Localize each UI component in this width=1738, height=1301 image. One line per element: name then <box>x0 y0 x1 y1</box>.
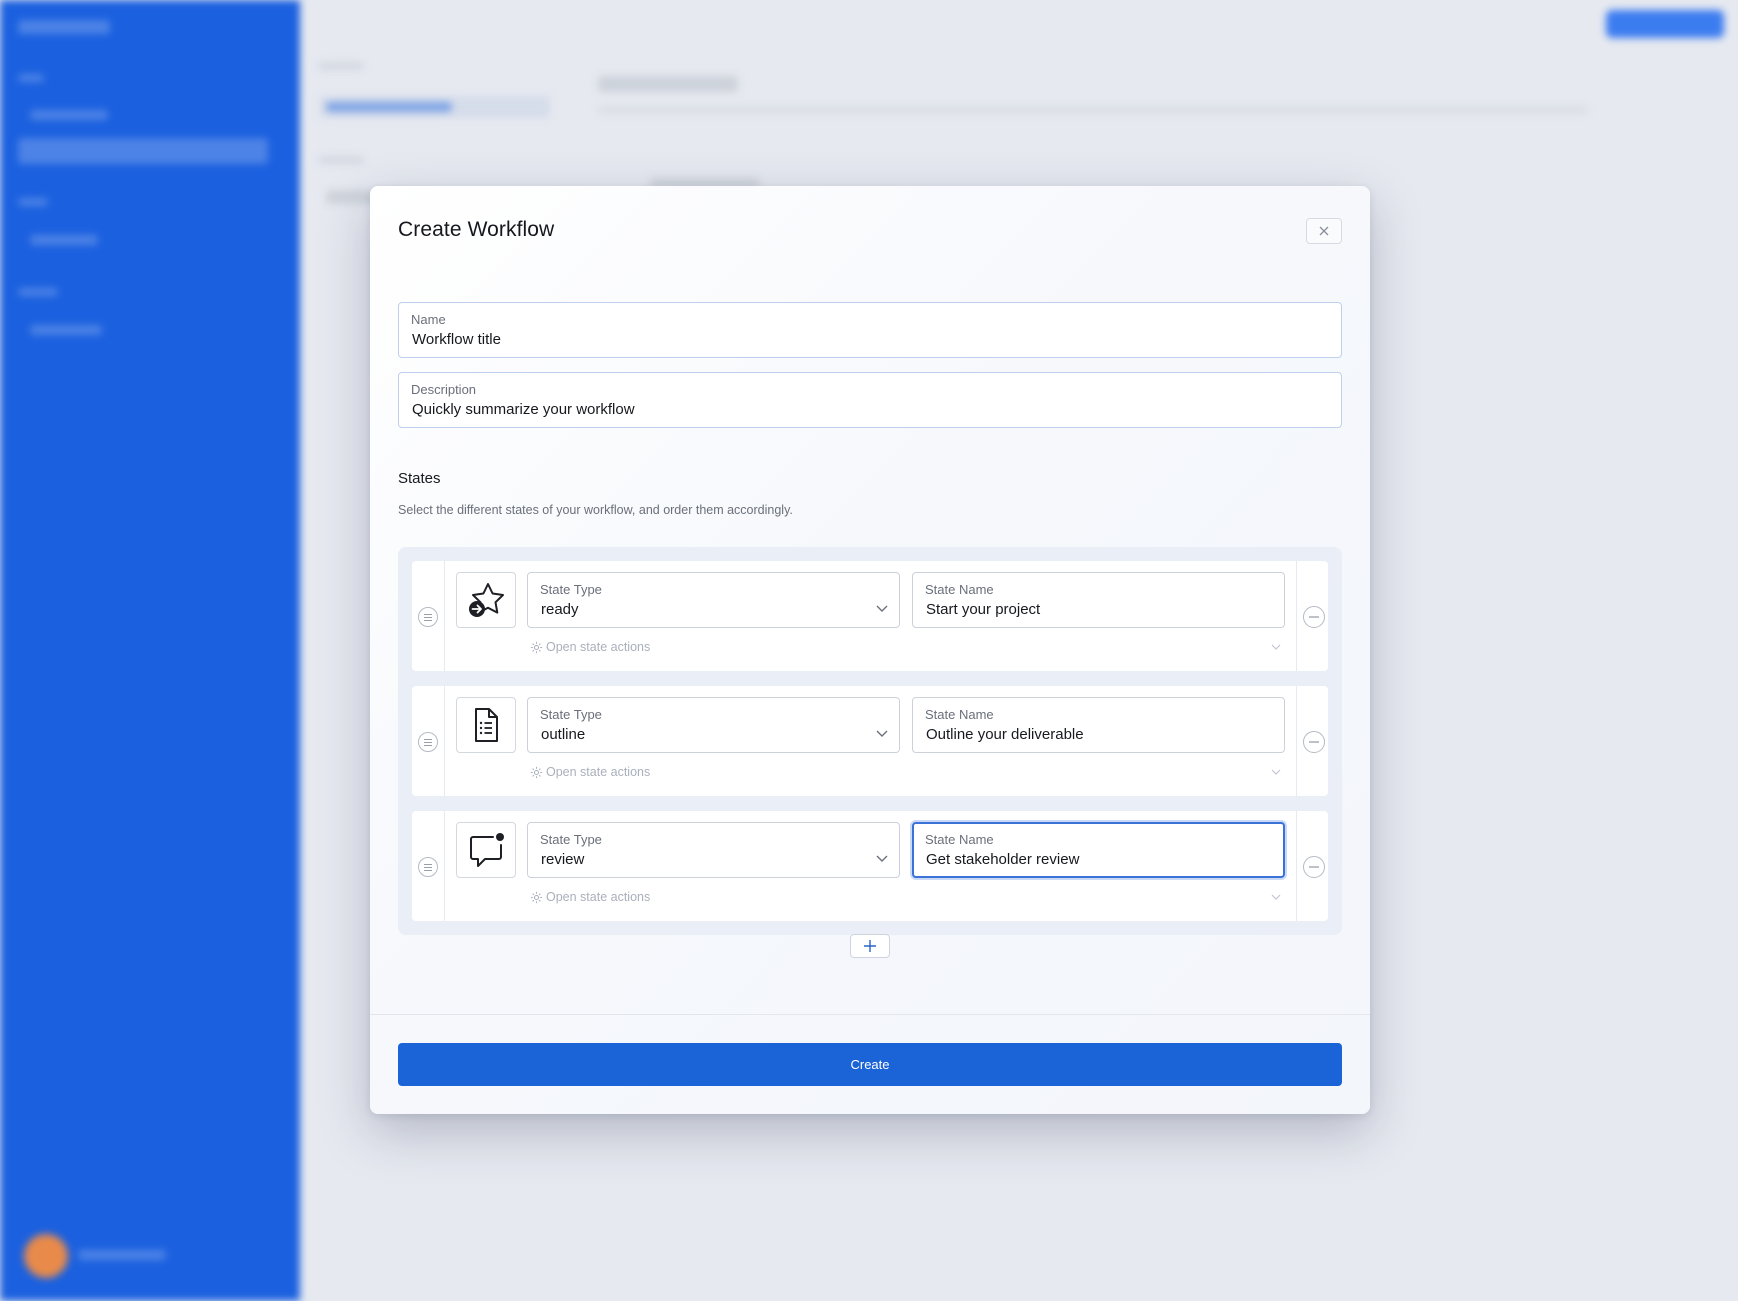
open-state-actions-label: Open state actions <box>546 890 651 904</box>
remove-state-button[interactable] <box>1303 606 1325 628</box>
state-row: State Type ready State Name Start your p… <box>412 561 1328 671</box>
chevron-down-icon[interactable] <box>1270 643 1282 651</box>
state-icon-picker[interactable] <box>456 572 516 628</box>
description-field-label: Description <box>411 382 477 397</box>
open-state-actions[interactable]: Open state actions <box>530 765 650 779</box>
gear-icon <box>530 766 543 778</box>
state-name-label: State Name <box>925 707 994 722</box>
description-field[interactable]: Description Quickly summarize your workf… <box>398 372 1342 428</box>
remove-state-button[interactable] <box>1303 856 1325 878</box>
state-row: State Type review State Name Get stakeho… <box>412 811 1328 921</box>
states-section-description: Select the different states of your work… <box>398 503 793 517</box>
minus-icon <box>1309 866 1319 868</box>
state-name-label: State Name <box>925 832 994 847</box>
minus-icon <box>1309 616 1319 618</box>
state-name-value[interactable]: Outline your deliverable <box>926 726 1084 743</box>
chevron-down-icon[interactable] <box>1270 893 1282 901</box>
state-name-label: State Name <box>925 582 994 597</box>
states-section-title: States <box>398 470 441 487</box>
state-type-value: ready <box>541 601 579 618</box>
name-field[interactable]: Name Workflow title <box>398 302 1342 358</box>
drag-handle[interactable] <box>418 607 438 627</box>
chevron-down-icon <box>876 855 888 862</box>
background-sidebar <box>0 0 300 1301</box>
drag-handle[interactable] <box>418 857 438 877</box>
state-type-select[interactable]: State Type outline <box>527 697 900 753</box>
states-list: State Type ready State Name Start your p… <box>398 547 1342 935</box>
gear-icon <box>530 641 543 653</box>
drag-lines-icon <box>424 738 432 746</box>
chevron-down-icon <box>876 730 888 737</box>
open-state-actions[interactable]: Open state actions <box>530 640 650 654</box>
remove-state-button[interactable] <box>1303 731 1325 753</box>
open-state-actions-label: Open state actions <box>546 765 651 779</box>
state-type-label: State Type <box>540 707 602 722</box>
state-type-value: review <box>541 851 585 868</box>
plus-icon <box>864 940 876 952</box>
state-type-label: State Type <box>540 582 602 597</box>
gear-icon <box>530 891 543 903</box>
open-state-actions[interactable]: Open state actions <box>530 890 650 904</box>
description-field-value[interactable]: Quickly summarize your workflow <box>412 401 635 418</box>
drag-handle[interactable] <box>418 732 438 752</box>
state-name-input[interactable]: State Name Get stakeholder review <box>912 822 1285 878</box>
state-name-input[interactable]: State Name Outline your deliverable <box>912 697 1285 753</box>
state-icon-picker[interactable] <box>456 697 516 753</box>
drag-lines-icon <box>424 613 432 621</box>
create-workflow-modal: Create Workflow Name Workflow title Desc… <box>370 186 1370 1114</box>
chevron-down-icon <box>876 605 888 612</box>
state-type-label: State Type <box>540 832 602 847</box>
chevron-down-icon[interactable] <box>1270 768 1282 776</box>
modal-title: Create Workflow <box>398 218 555 241</box>
state-name-value[interactable]: Start your project <box>926 601 1040 618</box>
minus-icon <box>1309 741 1319 743</box>
footer-divider <box>370 1014 1370 1015</box>
chat-notification-icon <box>470 833 504 867</box>
state-row: State Type outline State Name Outline yo… <box>412 686 1328 796</box>
document-list-icon <box>475 708 498 742</box>
close-icon <box>1319 226 1329 236</box>
create-button[interactable]: Create <box>398 1043 1342 1086</box>
drag-lines-icon <box>424 863 432 871</box>
state-type-value: outline <box>541 726 586 743</box>
state-name-input[interactable]: State Name Start your project <box>912 572 1285 628</box>
name-field-value[interactable]: Workflow title <box>412 331 501 348</box>
state-icon-picker[interactable] <box>456 822 516 878</box>
name-field-label: Name <box>411 312 446 327</box>
open-state-actions-label: Open state actions <box>546 640 651 654</box>
close-button[interactable] <box>1306 218 1342 244</box>
state-type-select[interactable]: State Type ready <box>527 572 900 628</box>
state-name-value[interactable]: Get stakeholder review <box>926 851 1079 868</box>
star-arrow-icon <box>469 583 504 617</box>
state-type-select[interactable]: State Type review <box>527 822 900 878</box>
add-state-button[interactable] <box>850 934 890 958</box>
